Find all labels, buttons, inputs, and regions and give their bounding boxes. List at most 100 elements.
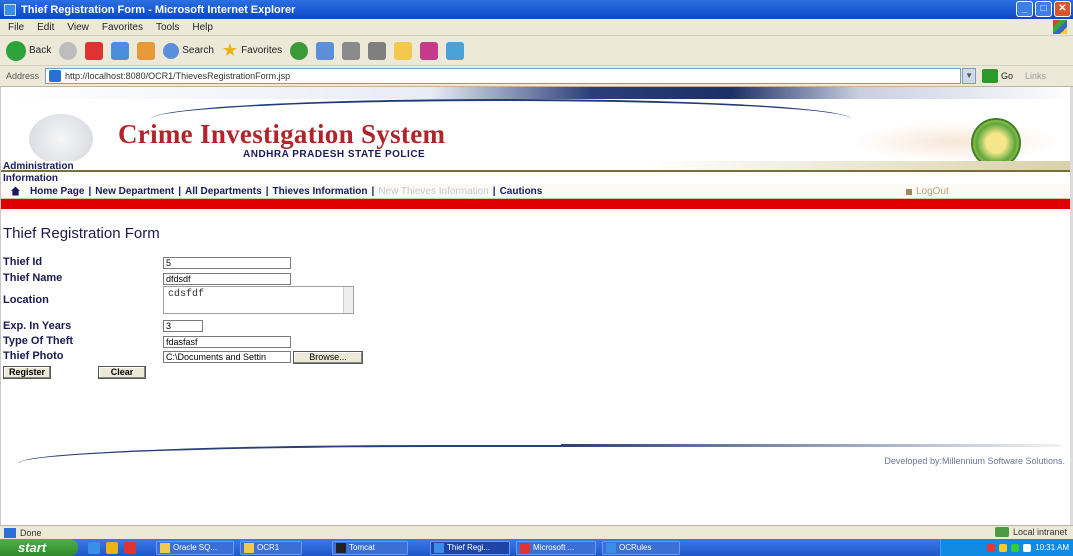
- register-button[interactable]: Register: [3, 366, 51, 379]
- clock: 10:31 AM: [1035, 543, 1069, 552]
- tray-icon[interactable]: [1011, 543, 1020, 552]
- search-button[interactable]: Search: [163, 42, 214, 59]
- quick-launch: [88, 541, 136, 554]
- task-app-icon: [160, 542, 170, 553]
- window-title-bar: Thief Registration Form - Microsoft Inte…: [0, 0, 1073, 19]
- favorites-label: Favorites: [241, 45, 283, 56]
- task-thief-registration[interactable]: Thief Regi...: [430, 540, 510, 555]
- browse-button[interactable]: Browse...: [293, 351, 363, 364]
- explorer-quicklaunch-icon[interactable]: [106, 541, 118, 554]
- tray-icon[interactable]: [999, 543, 1008, 552]
- nav-home-page[interactable]: Home Page: [30, 186, 84, 197]
- logout-icon: [906, 188, 912, 195]
- menu-edit[interactable]: Edit: [37, 22, 54, 33]
- history-icon[interactable]: [316, 41, 335, 60]
- home-icon[interactable]: [137, 41, 156, 60]
- address-bar: Address http://localhost:8080/OCR1/Thiev…: [0, 66, 1073, 87]
- nav-thieves-information[interactable]: Thieves Information: [273, 186, 368, 197]
- menu-view[interactable]: View: [67, 22, 89, 33]
- media-quicklaunch-icon[interactable]: [124, 541, 136, 554]
- back-label: Back: [29, 45, 52, 56]
- site-header: Crime Investigation System ANDHRA PRADES…: [1, 87, 1073, 168]
- ie-quicklaunch-icon[interactable]: [88, 541, 100, 554]
- go-arrow-icon: [982, 69, 999, 83]
- menu-bar: File Edit View Favorites Tools Help: [0, 19, 1073, 36]
- logout-label: LogOut: [916, 186, 949, 197]
- taskbar: start Oracle SQ... OCR1 Tomcat Thief Reg…: [0, 539, 1073, 556]
- mail-icon[interactable]: [342, 41, 361, 60]
- menu-help[interactable]: Help: [192, 22, 213, 33]
- back-button[interactable]: Back: [6, 40, 52, 61]
- thief-id-label: Thief Id: [3, 256, 43, 268]
- minimize-button[interactable]: _: [1016, 1, 1033, 17]
- print-icon[interactable]: [368, 41, 387, 60]
- administration-label: Administration: [1, 161, 1073, 172]
- nav-separator: |: [88, 185, 92, 197]
- close-button[interactable]: ✕: [1054, 1, 1071, 17]
- nav-separator: |: [492, 185, 496, 197]
- home-icon: [11, 186, 20, 196]
- address-dropdown-button[interactable]: ▼: [962, 68, 977, 84]
- location-label: Location: [3, 294, 49, 306]
- back-arrow-icon: [6, 40, 26, 61]
- nav-separator: |: [265, 185, 269, 197]
- nav-bar: Home Page | New Department | All Departm…: [1, 184, 1073, 199]
- thief-id-input[interactable]: 5: [163, 257, 291, 269]
- clear-button[interactable]: Clear: [98, 366, 146, 379]
- thief-name-input[interactable]: dfdsdf: [163, 273, 291, 285]
- task-microsoft[interactable]: Microsoft ...: [516, 540, 596, 555]
- task-label: Thief Regi...: [447, 543, 491, 552]
- go-label: Go: [1001, 71, 1014, 81]
- page-viewport: Crime Investigation System ANDHRA PRADES…: [0, 87, 1073, 525]
- window-controls: _ □ ✕: [1016, 1, 1071, 17]
- nav-new-thieves-information[interactable]: New Thieves Information: [378, 186, 488, 197]
- maximize-button[interactable]: □: [1035, 1, 1052, 17]
- search-icon: [163, 42, 180, 59]
- folder-icon: [244, 542, 254, 553]
- thief-photo-label: Thief Photo: [3, 350, 64, 362]
- exp-years-input[interactable]: 3: [163, 320, 203, 332]
- tray-icon[interactable]: [1023, 543, 1032, 552]
- edit-icon[interactable]: [394, 41, 413, 60]
- nav-new-department[interactable]: New Department: [95, 186, 174, 197]
- security-zone: Local intranet: [994, 527, 1067, 537]
- nav-cautions[interactable]: Cautions: [500, 186, 543, 197]
- forward-arrow-icon[interactable]: [59, 41, 78, 60]
- nav-all-departments[interactable]: All Departments: [185, 186, 262, 197]
- task-tomcat[interactable]: Tomcat: [332, 540, 408, 555]
- page-done-icon: [4, 527, 16, 538]
- links-button[interactable]: Links: [1025, 71, 1046, 81]
- favorites-button[interactable]: ★ Favorites: [222, 40, 282, 61]
- refresh-icon[interactable]: [111, 41, 130, 60]
- thief-photo-input[interactable]: C:\Documents and Settin: [163, 351, 291, 363]
- app-icon: [520, 542, 530, 553]
- textarea-scrollbar[interactable]: [343, 287, 353, 313]
- theft-type-input[interactable]: fdasfasf: [163, 336, 291, 348]
- stop-icon[interactable]: [85, 41, 104, 60]
- status-text: Done: [20, 527, 42, 538]
- menu-tools[interactable]: Tools: [156, 22, 179, 33]
- system-tray: 10:31 AM: [940, 539, 1073, 556]
- tray-icon[interactable]: [987, 543, 996, 552]
- task-ocr1[interactable]: OCR1: [240, 540, 302, 555]
- task-oracle[interactable]: Oracle SQ...: [156, 540, 234, 555]
- go-button[interactable]: Go: [982, 69, 1013, 83]
- location-textarea[interactable]: cdsfdf: [163, 286, 354, 314]
- messenger-icon[interactable]: [420, 41, 439, 60]
- menu-file[interactable]: File: [8, 22, 24, 33]
- header-curve: [151, 99, 851, 119]
- research-icon[interactable]: [446, 41, 465, 60]
- form-heading: Thief Registration Form: [3, 225, 160, 242]
- intranet-icon: [994, 527, 1009, 537]
- thief-name-label: Thief Name: [3, 272, 63, 284]
- site-title: Crime Investigation System: [118, 119, 446, 149]
- menu-favorites[interactable]: Favorites: [102, 22, 143, 33]
- media-icon[interactable]: [290, 41, 309, 60]
- task-label: Tomcat: [349, 543, 375, 552]
- address-input[interactable]: http://localhost:8080/OCR1/ThievesRegist…: [45, 68, 962, 84]
- start-button[interactable]: start: [0, 539, 78, 556]
- task-ocrules[interactable]: OCRules: [602, 540, 680, 555]
- address-url: http://localhost:8080/OCR1/ThievesRegist…: [65, 71, 291, 81]
- logout-link[interactable]: LogOut: [906, 186, 949, 197]
- theft-type-label: Type Of Theft: [3, 335, 74, 347]
